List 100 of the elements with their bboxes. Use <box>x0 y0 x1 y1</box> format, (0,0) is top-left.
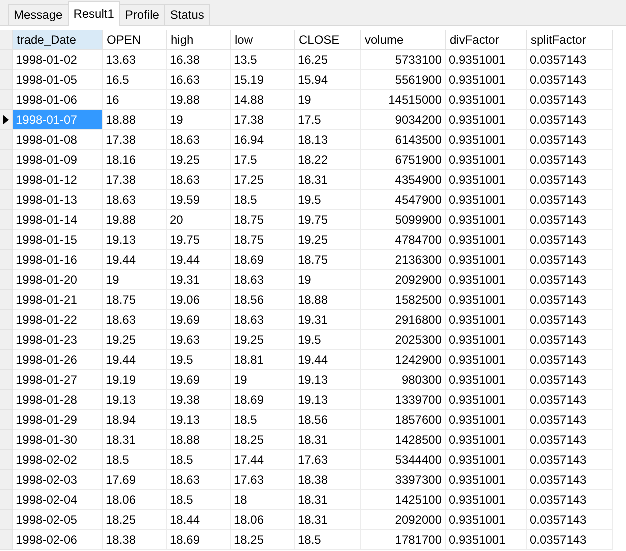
table-cell: 19.5 <box>167 350 231 370</box>
table-cell: 1781700 <box>361 530 446 550</box>
table-cell: 0.0357143 <box>527 470 613 490</box>
table-cell: 19.31 <box>167 270 231 290</box>
table-cell: 0.9351001 <box>446 470 527 490</box>
table-cell: 18.88 <box>167 430 231 450</box>
table-cell: 13.63 <box>103 50 167 70</box>
column-header[interactable]: low <box>231 30 295 50</box>
row-pointer-icon <box>3 114 9 124</box>
table-cell: 18.16 <box>103 150 167 170</box>
table-cell: 19.69 <box>167 310 231 330</box>
table-cell: 19.13 <box>295 370 361 390</box>
table-cell: 18.75 <box>231 210 295 230</box>
table-cell: 1998-01-08 <box>13 130 103 150</box>
table-cell: 5344400 <box>361 450 446 470</box>
table-cell: 6751900 <box>361 150 446 170</box>
table-cell: 0.0357143 <box>527 490 613 510</box>
table-cell: 18.75 <box>295 250 361 270</box>
table-cell: 5099900 <box>361 210 446 230</box>
table-cell: 19.44 <box>295 350 361 370</box>
table-cell: 0.9351001 <box>446 150 527 170</box>
table-cell: 18.38 <box>295 470 361 490</box>
table-cell: 18.94 <box>103 410 167 430</box>
table-cell: 2092000 <box>361 510 446 530</box>
table-cell: 2025300 <box>361 330 446 350</box>
table-cell: 0.9351001 <box>446 210 527 230</box>
table-cell: 18.63 <box>167 470 231 490</box>
table-cell: 19.25 <box>167 150 231 170</box>
table-cell: 17.38 <box>231 110 295 130</box>
column-header[interactable]: high <box>167 30 231 50</box>
table-cell: 19.69 <box>167 370 231 390</box>
table-cell: 0.9351001 <box>446 130 527 150</box>
table-cell: 0.9351001 <box>446 70 527 90</box>
table-cell: 18.69 <box>231 250 295 270</box>
column-header[interactable]: splitFactor <box>527 30 613 50</box>
table-cell: 1998-01-09 <box>13 150 103 170</box>
table-cell: 16.63 <box>167 70 231 90</box>
table-cell: 0.0357143 <box>527 70 613 90</box>
table-cell: 19.13 <box>103 230 167 250</box>
table-cell: 19.06 <box>167 290 231 310</box>
table-cell: 18.75 <box>231 230 295 250</box>
table-cell: 18.31 <box>295 170 361 190</box>
table-cell: 1998-01-05 <box>13 70 103 90</box>
table-cell: 18.31 <box>295 490 361 510</box>
table-cell: 0.0357143 <box>527 230 613 250</box>
table-cell: 0.0357143 <box>527 530 613 550</box>
table-cell: 19.13 <box>295 390 361 410</box>
table-cell: 1998-02-06 <box>13 530 103 550</box>
tab[interactable]: Message <box>8 4 69 25</box>
table-cell: 18.31 <box>295 430 361 450</box>
table-cell: 0.0357143 <box>527 390 613 410</box>
row-header[interactable] <box>0 110 13 130</box>
table-cell: 1998-01-13 <box>13 190 103 210</box>
table-cell: 20 <box>167 210 231 230</box>
table-cell: 0.0357143 <box>527 170 613 190</box>
table-cell: 0.9351001 <box>446 370 527 390</box>
table-cell: 0.9351001 <box>446 410 527 430</box>
table-cell: 18.31 <box>103 430 167 450</box>
table-cell: 18.56 <box>231 290 295 310</box>
table-cell: 18.75 <box>103 290 167 310</box>
table-cell: 1998-01-21 <box>13 290 103 310</box>
table-cell: 18.25 <box>231 530 295 550</box>
table-cell: 5561900 <box>361 70 446 90</box>
table-cell: 0.0357143 <box>527 50 613 70</box>
table-cell: 18.63 <box>167 130 231 150</box>
table-cell: 19.5 <box>295 190 361 210</box>
table-cell: 19.88 <box>103 210 167 230</box>
table-cell: 2092900 <box>361 270 446 290</box>
column-header[interactable]: volume <box>361 30 446 50</box>
tab[interactable]: Result1 <box>68 1 120 26</box>
table-cell: 0.9351001 <box>446 230 527 250</box>
table-cell: 0.0357143 <box>527 150 613 170</box>
table-cell: 18.5 <box>167 450 231 470</box>
column-header[interactable]: trade_Date <box>13 30 103 50</box>
table-cell: 1998-02-04 <box>13 490 103 510</box>
table-cell: 1242900 <box>361 350 446 370</box>
column-header[interactable]: CLOSE <box>295 30 361 50</box>
table-cell: 980300 <box>361 370 446 390</box>
table-cell: 1998-01-22 <box>13 310 103 330</box>
table-cell: 18.63 <box>103 190 167 210</box>
table-cell: 19.75 <box>295 210 361 230</box>
table-cell: 0.0357143 <box>527 110 613 130</box>
table-cell: 0.9351001 <box>446 270 527 290</box>
table-cell: 17.38 <box>103 130 167 150</box>
table-cell: 19.88 <box>167 90 231 110</box>
table-cell: 0.9351001 <box>446 490 527 510</box>
table-cell: 19.13 <box>167 410 231 430</box>
column-header[interactable]: divFactor <box>446 30 527 50</box>
column-header[interactable]: OPEN <box>103 30 167 50</box>
table-cell: 0.9351001 <box>446 50 527 70</box>
table-cell: 1998-01-26 <box>13 350 103 370</box>
tab[interactable]: Status <box>164 4 210 25</box>
table-cell: 18.13 <box>295 130 361 150</box>
table-cell: 0.0357143 <box>527 250 613 270</box>
table-cell: 17.69 <box>103 470 167 490</box>
table-cell: 18.63 <box>231 310 295 330</box>
table-cell: 18.69 <box>231 390 295 410</box>
table-cell: 0.9351001 <box>446 310 527 330</box>
table-cell: 19.13 <box>103 390 167 410</box>
table-cell: 1425100 <box>361 490 446 510</box>
